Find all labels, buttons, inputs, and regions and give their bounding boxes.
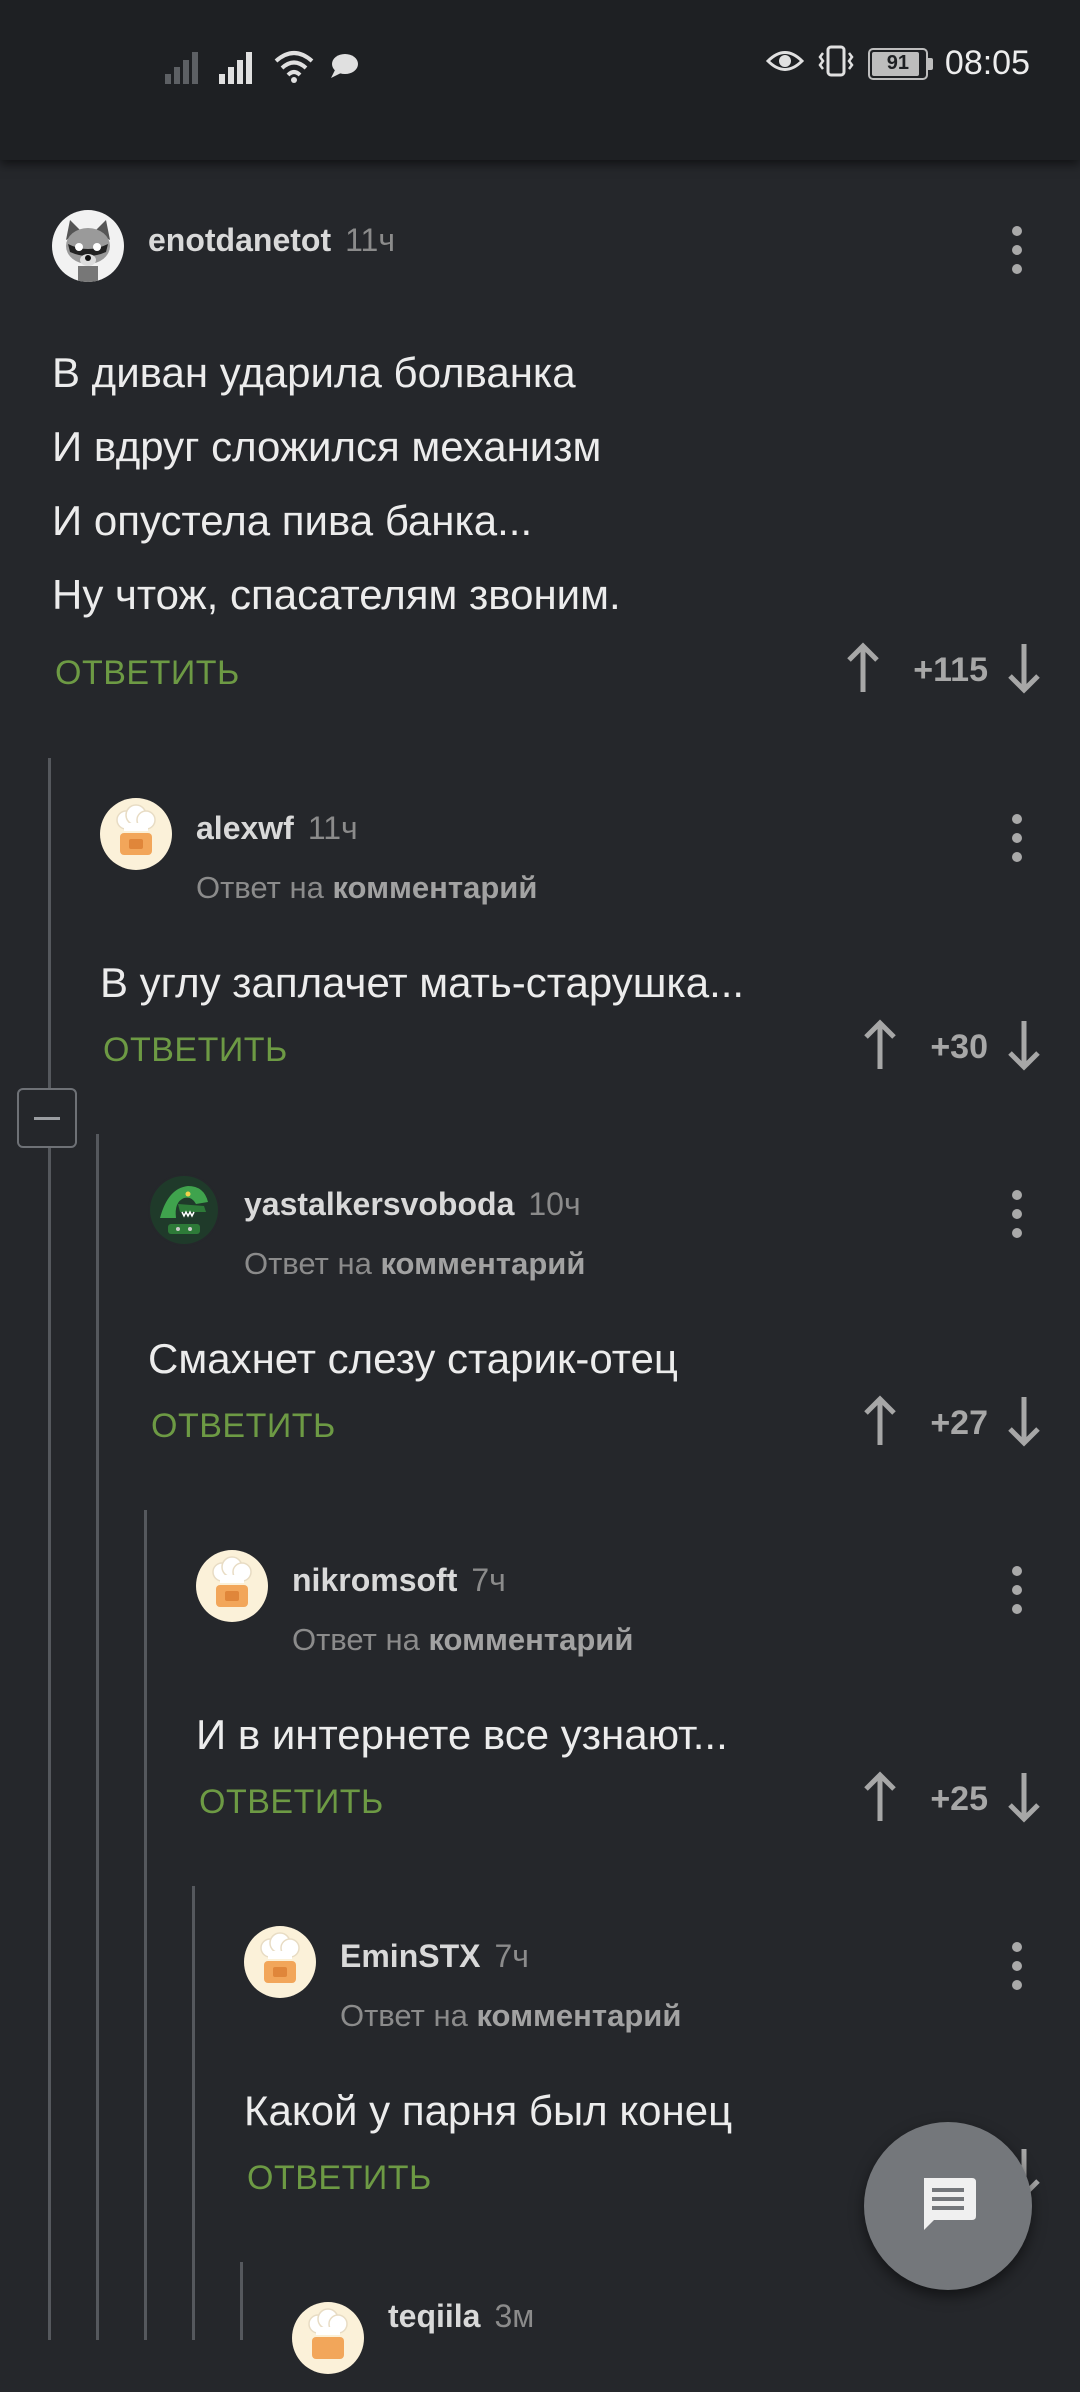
eye-icon	[765, 48, 805, 79]
downvote-arrow-icon[interactable]	[1006, 642, 1042, 699]
comment-time: 11ч	[307, 810, 358, 846]
wifi-icon	[273, 49, 315, 88]
vibrate-icon	[816, 44, 856, 83]
collapse-thread-button[interactable]	[17, 1088, 77, 1148]
downvote-arrow-icon[interactable]	[1006, 1395, 1042, 1452]
more-options-icon[interactable]	[1012, 1190, 1024, 1238]
reply-to-label: Ответ на комментарий	[340, 1998, 681, 2034]
reply-button[interactable]: ОТВЕТИТЬ	[103, 1031, 288, 1070]
comment-author[interactable]: enotdanetot	[148, 222, 331, 258]
comment-time: 3м	[494, 2298, 535, 2334]
status-bar: 91 08:05	[0, 0, 1080, 160]
reply-to-prefix: Ответ на	[340, 1998, 477, 2033]
comment: alexwf 11ч Ответ на комментарий В углу за…	[100, 798, 1042, 1079]
comment-score: +115	[913, 651, 988, 689]
reply-to-label: Ответ на комментарий	[196, 870, 537, 906]
comment: enotdanetot 11ч В диван ударила болванка …	[52, 210, 1042, 702]
comment-line: Ну чтож, спасателям звоним.	[52, 571, 621, 618]
comment-body: В углу заплачет мать-старушка...	[100, 959, 745, 1006]
upvote-arrow-icon[interactable]	[862, 1395, 898, 1452]
downvote-arrow-icon[interactable]	[1006, 1771, 1042, 1828]
comment-line: И вдруг сложился механизм	[52, 423, 602, 470]
comment-author[interactable]: teqiila	[388, 2298, 480, 2334]
comment-author[interactable]: alexwf	[196, 810, 294, 846]
more-options-icon[interactable]	[1012, 1566, 1024, 1614]
more-options-icon[interactable]	[1012, 814, 1024, 862]
battery-icon: 91	[867, 47, 933, 80]
reply-to-link[interactable]: комментарий	[332, 870, 537, 905]
reply-to-prefix: Ответ на	[292, 1622, 429, 1657]
thread-line	[192, 1886, 195, 2340]
comment-line: В диван ударила болванка	[52, 349, 576, 396]
signal-icon	[165, 48, 205, 89]
reply-to-prefix: Ответ на	[244, 1246, 381, 1281]
reply-button[interactable]: ОТВЕТИТЬ	[247, 2159, 432, 2198]
reply-to-label: Ответ на комментарий	[292, 1622, 633, 1658]
reply-button[interactable]: ОТВЕТИТЬ	[151, 1407, 336, 1446]
comment-body: В диван ударила болванка И вдруг сложилс…	[52, 336, 1042, 632]
reply-to-link[interactable]: комментарий	[476, 1998, 681, 2033]
minus-icon	[34, 1116, 60, 1120]
comment-score: +27	[930, 1404, 988, 1442]
chef-avatar[interactable]	[292, 2302, 364, 2374]
thread-line	[144, 1510, 147, 2340]
message-icon	[916, 2172, 980, 2241]
thread-line	[48, 758, 51, 2340]
comment-body: И в интернете все узнают...	[196, 1711, 728, 1758]
chef-avatar[interactable]	[196, 1550, 268, 1622]
comment: nikromsoft 7ч Ответ на комментарий И в ин…	[196, 1550, 1042, 1831]
reply-to-label: Ответ на комментарий	[244, 1246, 585, 1282]
upvote-arrow-icon[interactable]	[862, 1771, 898, 1828]
thread-line	[96, 1134, 99, 2340]
comment-author[interactable]: yastalkersvoboda	[244, 1186, 514, 1222]
comment-time: 10ч	[528, 1186, 581, 1222]
more-options-icon[interactable]	[1012, 1942, 1024, 1990]
write-comment-button[interactable]	[864, 2122, 1032, 2290]
clock: 08:05	[944, 44, 1030, 82]
comment-score: +30	[930, 1028, 988, 1066]
comment-line: И опустела пива банка...	[52, 497, 533, 544]
reply-to-link[interactable]: комментарий	[380, 1246, 585, 1281]
upvote-arrow-icon[interactable]	[862, 1019, 898, 1076]
comment-author[interactable]: nikromsoft	[292, 1562, 457, 1598]
chef-avatar[interactable]	[100, 798, 172, 870]
comment-score: +25	[930, 1780, 988, 1818]
battery-level: 91	[886, 52, 910, 74]
more-options-icon[interactable]	[1012, 226, 1024, 274]
comment-time: 7ч	[494, 1938, 529, 1974]
comment-time: 7ч	[471, 1562, 506, 1598]
comment-author[interactable]: EminSTX	[340, 1938, 480, 1974]
reply-to-link[interactable]: комментарий	[428, 1622, 633, 1657]
upvote-arrow-icon[interactable]	[845, 642, 881, 699]
crocodile-avatar[interactable]	[148, 1174, 220, 1246]
signal-icon	[219, 48, 259, 89]
thread-line	[240, 2262, 243, 2340]
comment-body: Смахнет слезу старик-отец	[148, 1335, 678, 1382]
chat-bubble-icon	[329, 52, 359, 85]
raccoon-avatar[interactable]	[52, 210, 124, 282]
comment-time: 11ч	[345, 222, 395, 258]
comment: teqiila 3м	[292, 2298, 1042, 2392]
reply-to-prefix: Ответ на	[196, 870, 333, 905]
chef-avatar[interactable]	[244, 1926, 316, 1998]
reply-button[interactable]: ОТВЕТИТЬ	[199, 1783, 384, 1822]
reply-button[interactable]: ОТВЕТИТЬ	[55, 654, 240, 693]
downvote-arrow-icon[interactable]	[1006, 1019, 1042, 1076]
comment: yastalkersvoboda 10ч Ответ на комментарий…	[148, 1174, 1042, 1455]
